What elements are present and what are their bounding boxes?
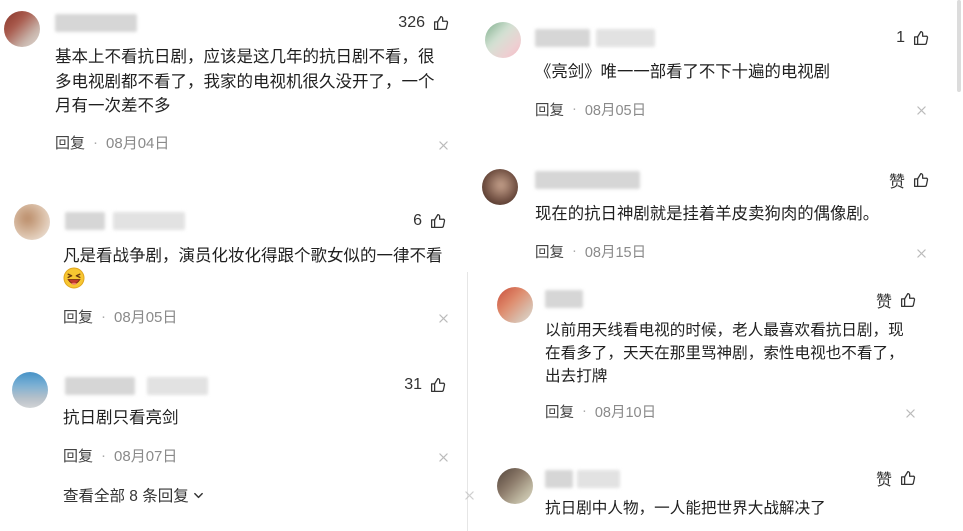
close-icon[interactable] bbox=[439, 453, 448, 462]
username-blurred[interactable] bbox=[545, 290, 583, 308]
meta-separator: · bbox=[572, 243, 577, 259]
avatar[interactable] bbox=[482, 169, 518, 205]
thumbs-up-icon bbox=[429, 376, 447, 394]
close-icon[interactable] bbox=[917, 249, 926, 258]
comment-date: 08月10日 bbox=[594, 404, 657, 421]
comment-meta: 回复 · 08月05日 bbox=[63, 306, 177, 326]
like-count: 赞 bbox=[888, 174, 905, 191]
comment-date: 08月07日 bbox=[114, 447, 178, 465]
comment-date: 08月04日 bbox=[106, 134, 170, 152]
comment-meta: 回复 · 08月07日 bbox=[63, 445, 177, 465]
comment-date: 08月15日 bbox=[584, 244, 647, 261]
reply-button[interactable]: 回复 bbox=[535, 241, 564, 262]
thumbs-up-icon bbox=[899, 469, 917, 487]
reply-button[interactable]: 回复 bbox=[545, 401, 574, 422]
comment-text-line: 出去打牌 bbox=[545, 368, 608, 385]
like-button[interactable]: 326 bbox=[398, 13, 450, 33]
comment-text-line: 以前用天线看电视的时候，老人最喜欢看抗日剧，现 bbox=[545, 322, 904, 339]
like-button[interactable]: 赞 bbox=[875, 290, 917, 311]
like-count: 赞 bbox=[875, 472, 892, 489]
comment-text-line: 凡是看战争剧，演员化妆化得跟个歌女似的一律不看 bbox=[63, 247, 443, 265]
comment-text-line: 现在的抗日神剧就是挂着羊皮卖狗肉的偶像剧。 bbox=[535, 205, 880, 223]
comment-text-line: 基本上不看抗日剧，应该是这几年的抗日剧不看，很 bbox=[55, 48, 435, 66]
avatar[interactable] bbox=[485, 22, 521, 58]
laughing-emoji-icon bbox=[63, 267, 85, 289]
close-icon[interactable] bbox=[465, 491, 474, 500]
comment-text: 抗日剧中人物，一人能把世界大战解决了 bbox=[545, 497, 826, 520]
comment-text: 抗日剧只看亮剑 bbox=[63, 406, 179, 431]
avatar[interactable] bbox=[497, 287, 533, 323]
comment-text-line: 在看多了，天天在那里骂神剧，索性电视也不看了， bbox=[545, 345, 904, 362]
username-blurred[interactable] bbox=[65, 377, 208, 395]
thumbs-up-icon bbox=[912, 29, 930, 47]
thumbs-up-icon bbox=[899, 291, 917, 309]
comment-text-line: 《亮剑》唯一一部看了不下十遍的电视剧 bbox=[535, 63, 831, 81]
comment-text-line: 抗日剧中人物，一人能把世界大战解决了 bbox=[545, 500, 826, 517]
comment-text: 基本上不看抗日剧，应该是这几年的抗日剧不看，很 多电视剧都不看了，我家的电视机很… bbox=[55, 45, 435, 119]
like-count: 赞 bbox=[875, 294, 892, 311]
scrollbar[interactable] bbox=[957, 0, 961, 92]
comment-text-line: 多电视剧都不看了，我家的电视机很久没开了，一个 bbox=[55, 72, 435, 91]
reply-button[interactable]: 回复 bbox=[55, 132, 85, 153]
username-blurred[interactable] bbox=[55, 14, 137, 32]
reply-button[interactable]: 回复 bbox=[535, 99, 564, 120]
comment-meta: 回复 · 08月10日 bbox=[545, 401, 656, 421]
username-blurred[interactable] bbox=[65, 212, 185, 230]
comment-date: 08月05日 bbox=[114, 308, 178, 326]
comment-text: 凡是看战争剧，演员化妆化得跟个歌女似的一律不看 bbox=[63, 244, 443, 269]
like-button[interactable]: 6 bbox=[413, 211, 447, 231]
thumbs-up-icon bbox=[429, 212, 447, 230]
comment-meta: 回复 · 08月05日 bbox=[535, 99, 646, 119]
close-icon[interactable] bbox=[439, 314, 448, 323]
reply-button[interactable]: 回复 bbox=[63, 306, 93, 327]
avatar[interactable] bbox=[4, 11, 40, 47]
comment-date: 08月05日 bbox=[584, 102, 647, 119]
like-button[interactable]: 31 bbox=[404, 375, 447, 395]
username-blurred[interactable] bbox=[535, 171, 640, 189]
reply-button[interactable]: 回复 bbox=[63, 445, 93, 466]
comment-meta: 回复 · 08月15日 bbox=[535, 241, 646, 261]
username-blurred[interactable] bbox=[545, 470, 620, 488]
meta-separator: · bbox=[101, 307, 107, 325]
like-count: 31 bbox=[404, 376, 422, 393]
comment-text: 现在的抗日神剧就是挂着羊皮卖狗肉的偶像剧。 bbox=[535, 202, 879, 226]
like-count: 326 bbox=[398, 14, 425, 31]
comment-meta: 回复 · 08月04日 bbox=[55, 132, 169, 152]
view-all-replies-label: 查看全部 8 条回复 bbox=[63, 488, 189, 505]
comment-text: 以前用天线看电视的时候，老人最喜欢看抗日剧，现 在看多了，天天在那里骂神剧，索性… bbox=[545, 319, 904, 388]
meta-separator: · bbox=[101, 446, 107, 464]
close-icon[interactable] bbox=[917, 106, 926, 115]
username-blurred[interactable] bbox=[535, 29, 655, 47]
like-button[interactable]: 赞 bbox=[888, 170, 930, 191]
meta-separator: · bbox=[582, 403, 587, 419]
like-button[interactable]: 赞 bbox=[875, 468, 917, 489]
like-button[interactable]: 1 bbox=[896, 28, 930, 48]
chevron-down-icon bbox=[193, 492, 203, 498]
close-icon[interactable] bbox=[906, 409, 915, 418]
like-count: 1 bbox=[896, 29, 905, 46]
thumbs-up-icon bbox=[432, 14, 450, 32]
view-all-replies-link[interactable]: 查看全部 8 条回复 bbox=[63, 485, 204, 505]
comment-text-line: 月有一次差不多 bbox=[55, 97, 171, 115]
close-icon[interactable] bbox=[439, 141, 448, 150]
like-count: 6 bbox=[413, 212, 422, 229]
thumbs-up-icon bbox=[912, 171, 930, 189]
avatar[interactable] bbox=[12, 372, 48, 408]
avatar[interactable] bbox=[14, 204, 50, 240]
avatar[interactable] bbox=[497, 468, 533, 504]
comment-text-line: 抗日剧只看亮剑 bbox=[63, 409, 179, 427]
comment-text: 《亮剑》唯一一部看了不下十遍的电视剧 bbox=[535, 60, 830, 84]
meta-separator: · bbox=[572, 101, 577, 117]
meta-separator: · bbox=[93, 133, 99, 151]
